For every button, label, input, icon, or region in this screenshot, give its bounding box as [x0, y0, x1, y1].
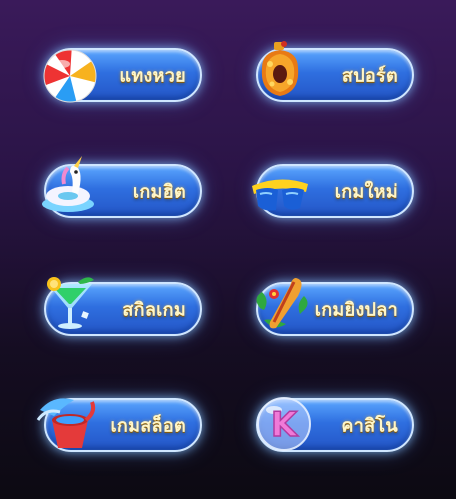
menu-label-skill-games: สกิลเกม [122, 299, 186, 321]
water-bucket-icon [34, 390, 98, 454]
menu-label-hit-games: เกมฮิต [132, 181, 186, 203]
menu-label-slot-games: เกมสล็อต [110, 415, 186, 437]
menu-label-new-games: เกมใหม่ [334, 181, 398, 203]
sunglasses-icon [248, 160, 312, 224]
menu-label-sports: สปอร์ต [341, 65, 398, 87]
game-menu-grid: แทงหวย สปอร์ต เกมฮิต เกมใหม่ สกิลเกม เกม… [0, 0, 456, 499]
cocktail-icon [38, 272, 102, 336]
menu-label-lottery: แทงหวย [119, 65, 186, 87]
svg-text:K: K [271, 405, 299, 445]
surfboard-icon [250, 272, 314, 336]
unicorn-float-icon [38, 154, 102, 218]
beach-ball-icon [38, 44, 102, 108]
letter-k-bubble-icon: K [252, 392, 316, 456]
golden-vase-icon [248, 38, 312, 102]
menu-label-fishing-games: เกมยิงปลา [314, 299, 398, 321]
menu-label-casino: คาสิโน [341, 415, 398, 437]
